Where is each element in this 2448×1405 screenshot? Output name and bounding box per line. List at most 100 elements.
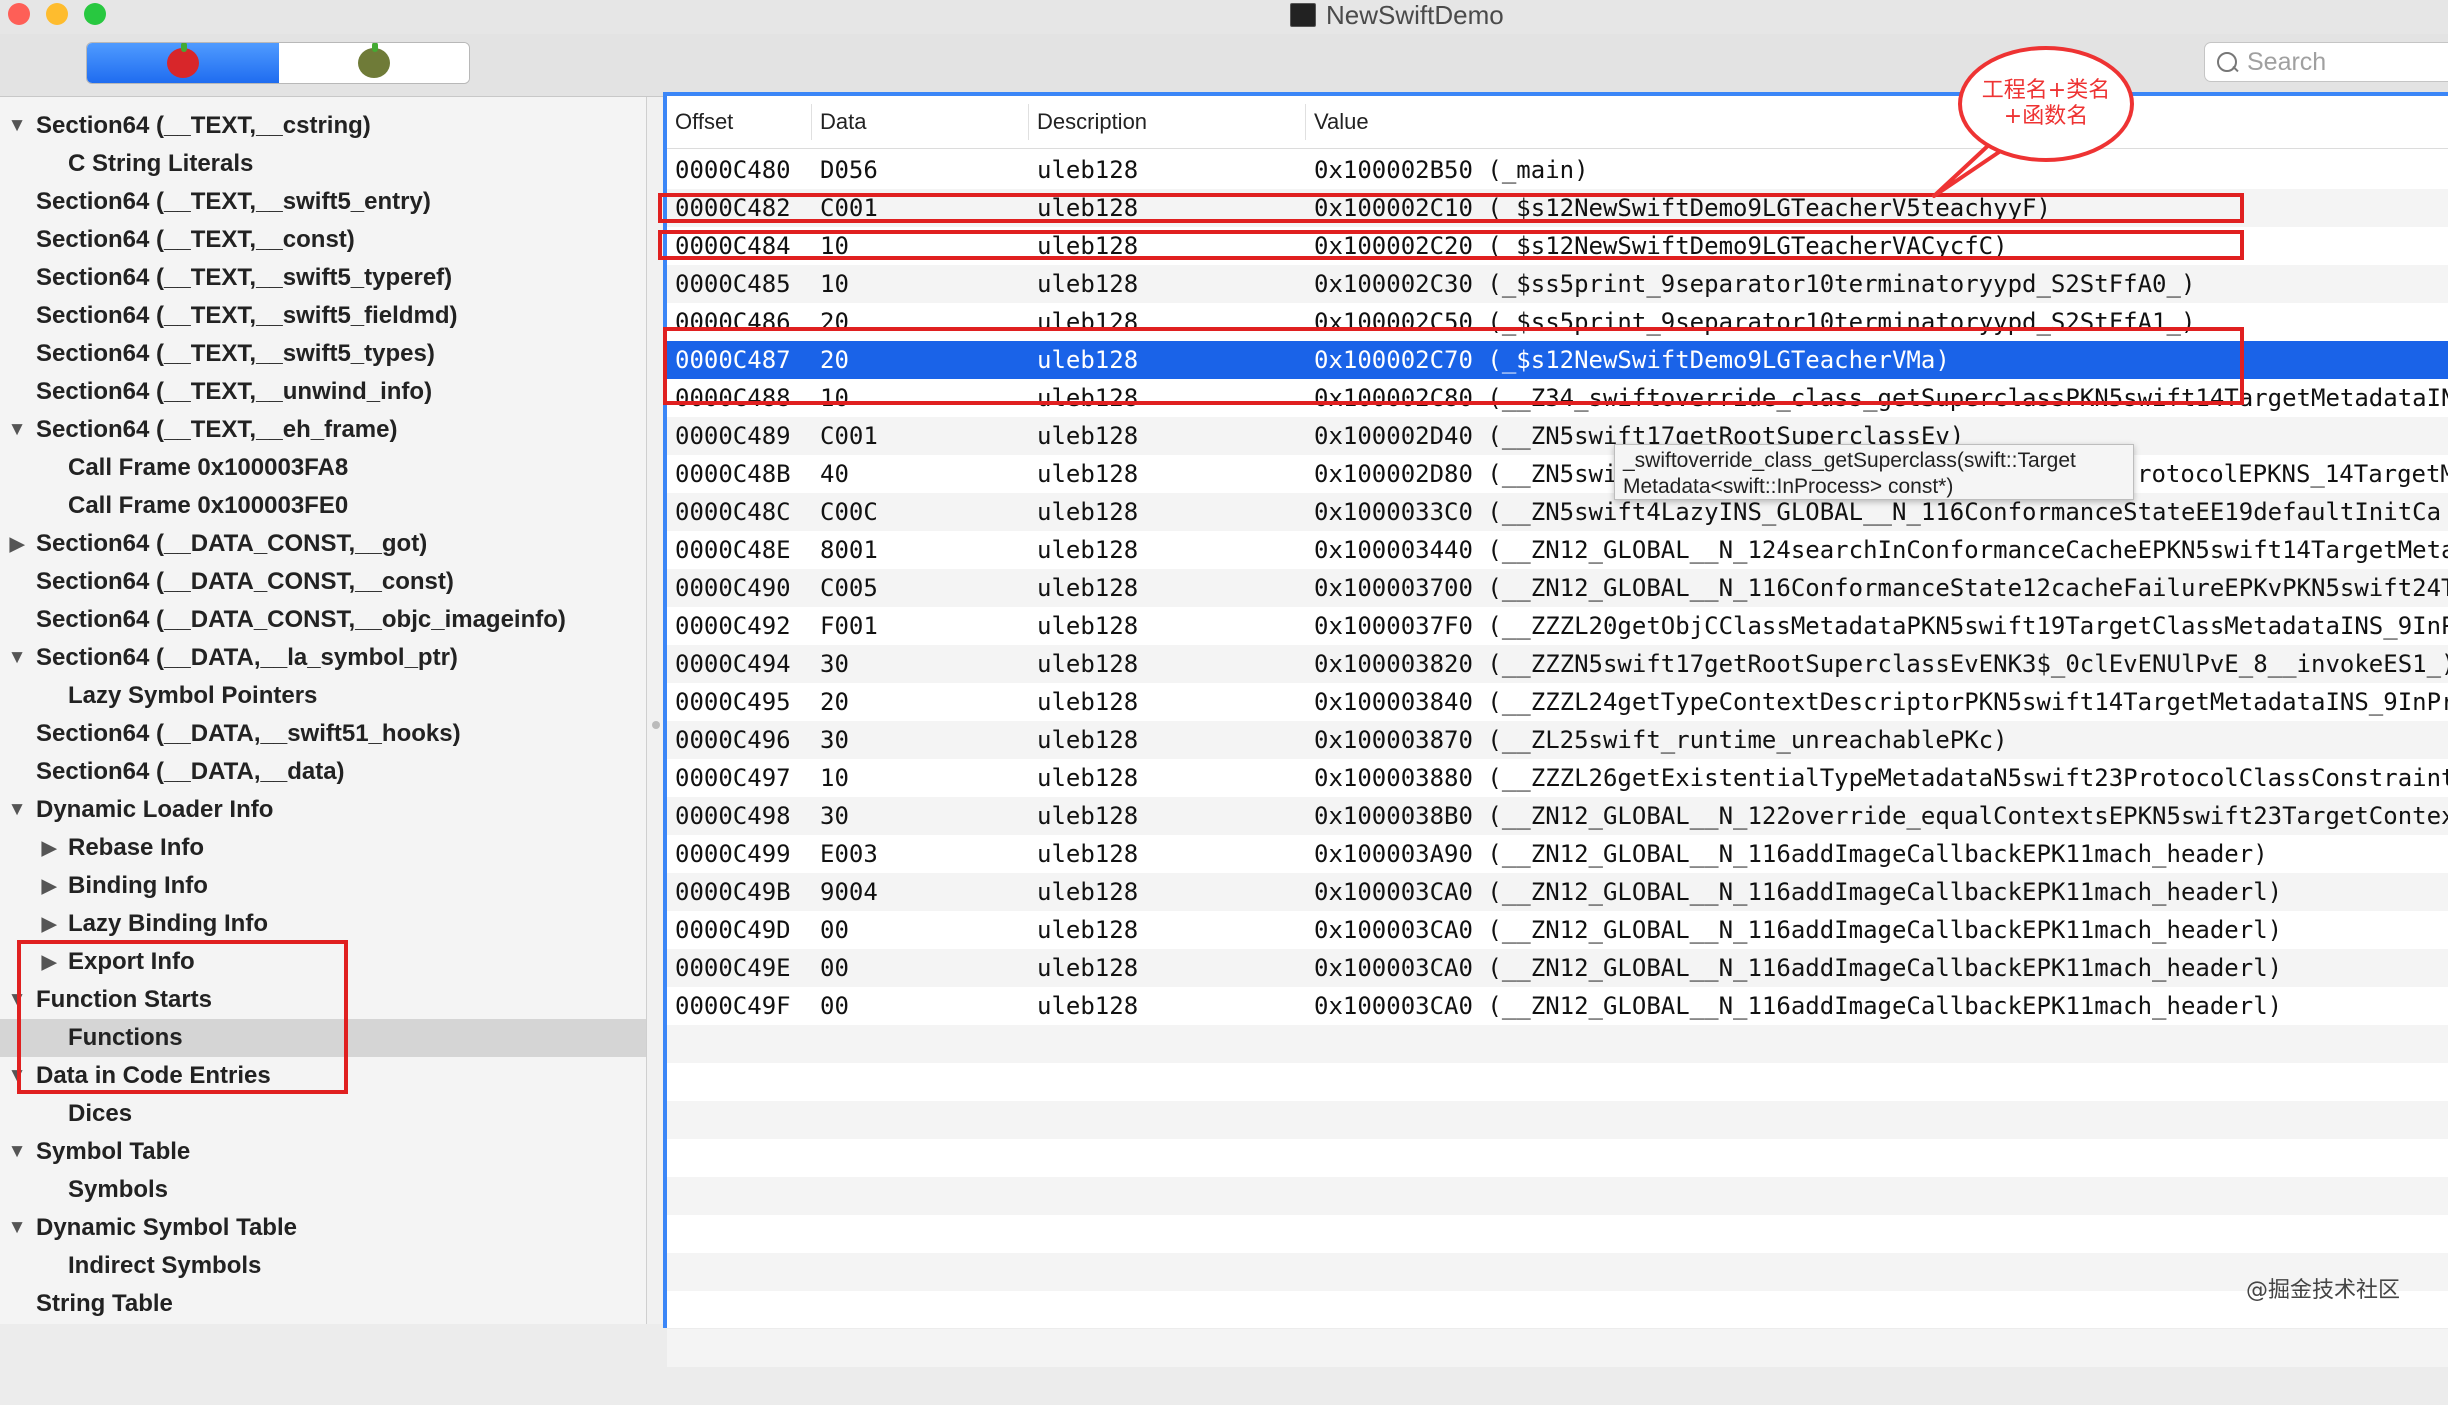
table-row[interactable]: 0000C485 10 uleb128 0x100002C30 (_$ss5print… [667,265,2448,303]
table-row[interactable]: 0000C490 C005 uleb128 0x100003700 (__ZN12_G… [667,569,2448,607]
table-row[interactable]: 0000C498 30 uleb128 0x1000038B0 (__ZN12_GLO… [667,797,2448,835]
table-row[interactable]: 0000C499 E003 uleb128 0x100003A90 (__ZN12_G… [667,835,2448,873]
window-title: NewSwiftDemo [1326,0,1504,30]
sidebar-tree[interactable]: ▼ Section64 (__TEXT,__cstring) C String Li… [0,97,647,1324]
cell-data: 30 [820,726,849,754]
sidebar-item[interactable]: ▼ Section64 (__DATA,__la_symbol_ptr) [0,639,646,677]
cell-value: 0x100003880 (__ZZZL26getExistentialTypeM… [1314,764,2448,792]
table-row[interactable]: 0000C49B 9004 uleb128 0x100003CA0 (__ZN12_G… [667,873,2448,911]
disclosure-expanded-icon[interactable]: ▼ [6,115,28,137]
column-header-description[interactable]: Description [1029,96,1297,148]
cell-description: uleb128 [1037,726,1139,754]
disclosure-collapsed-icon[interactable]: ▶ [38,837,60,860]
cell-description: uleb128 [1037,688,1139,716]
search-field[interactable]: Search [2204,42,2448,82]
sidebar-item[interactable]: Lazy Symbol Pointers [0,677,646,715]
sidebar-item[interactable]: Section64 (__TEXT,__swift5_types) [0,335,646,373]
sidebar-item[interactable]: Call Frame 0x100003FE0 [0,487,646,525]
table-row[interactable]: 0000C48C C00C uleb128 0x1000033C0 (__ZN5swi… [667,493,2448,531]
green-apple-icon [358,43,390,78]
sidebar-item-label: Section64 (__DATA_CONST,__got) [36,530,428,557]
sidebar-item[interactable]: Section64 (__TEXT,__const) [0,221,646,259]
sidebar-item-label: Section64 (__DATA_CONST,__objc_imageinfo… [36,606,566,633]
sidebar-item-label: Section64 (__TEXT,__cstring) [36,112,371,139]
tree-indent: ▼ [0,799,36,821]
sidebar-item[interactable]: Section64 (__TEXT,__swift5_fieldmd) [0,297,646,335]
sidebar-item[interactable]: Symbols [0,1171,646,1209]
table-row[interactable]: 0000C489 C001 uleb128 0x100002D40 (__ZN5swi… [667,417,2448,455]
sidebar-item[interactable]: Section64 (__DATA,__swift51_hooks) [0,715,646,753]
tree-indent: ▼ [0,647,36,669]
table-row[interactable]: 0000C480 D056 uleb128 0x100002B50 (_main) [667,151,2448,189]
disclosure-expanded-icon[interactable]: ▼ [6,1217,28,1239]
cell-offset: 0000C49D [675,916,791,944]
sidebar-item[interactable]: ▼ Section64 (__TEXT,__eh_frame) [0,411,646,449]
sidebar-item[interactable]: ▼ Dynamic Loader Info [0,791,646,829]
column-header-value[interactable]: Value [1306,96,1914,148]
tree-indent: ▶ [0,913,68,936]
sidebar-item-label: Section64 (__DATA,__data) [36,758,345,785]
sidebar-item[interactable]: Section64 (__DATA_CONST,__const) [0,563,646,601]
sidebar-item[interactable]: String Table [0,1285,646,1323]
disclosure-collapsed-icon[interactable]: ▶ [38,913,60,936]
disclosure-expanded-icon[interactable]: ▼ [6,419,28,441]
cell-description: uleb128 [1037,650,1139,678]
close-window-button[interactable] [8,3,30,25]
sidebar-item-label: Section64 (__TEXT,__swift5_types) [36,340,435,367]
sidebar-item[interactable]: ▶ Rebase Info [0,829,646,867]
sidebar-item[interactable]: Section64 (__TEXT,__swift5_typeref) [0,259,646,297]
sidebar-item[interactable]: Dices [0,1095,646,1133]
table-row[interactable]: 0000C49F 00 uleb128 0x100003CA0 (__ZN12_GLO… [667,987,2448,1025]
divider-handle[interactable] [652,721,660,729]
disclosure-expanded-icon[interactable]: ▼ [6,1141,28,1163]
sidebar-item[interactable]: ▼ Dynamic Symbol Table [0,1209,646,1247]
sidebar-item[interactable]: Indirect Symbols [0,1247,646,1285]
table-row[interactable]: 0000C48B 40 uleb128 0x100002D80 (__ZN5swi ro… [667,455,2448,493]
sidebar-item-label: Dices [68,1100,133,1127]
sidebar-item[interactable]: Section64 (__TEXT,__unwind_info) [0,373,646,411]
cell-description: uleb128 [1037,916,1139,944]
cell-offset: 0000C489 [675,422,791,450]
tree-indent: ▼ [0,1217,36,1239]
disclosure-expanded-icon[interactable]: ▼ [6,647,28,669]
column-header-data[interactable]: Data [812,96,1036,148]
table-row[interactable]: 0000C495 20 uleb128 0x100003840 (__ZZZL24ge… [667,683,2448,721]
disclosure-collapsed-icon[interactable]: ▶ [6,533,28,556]
table-row[interactable]: 0000C48E 8001 uleb128 0x100003440 (__ZN12_G… [667,531,2448,569]
sidebar-item[interactable]: ▼ Section64 (__TEXT,__cstring) [0,107,646,145]
sidebar-item[interactable]: ▼ Symbol Table [0,1133,646,1171]
sidebar-item[interactable]: C String Literals [0,145,646,183]
empty-table-row [667,1215,2448,1253]
sidebar-item[interactable]: ▶ Lazy Binding Info [0,905,646,943]
table-row[interactable]: 0000C492 F001 uleb128 0x1000037F0 (__ZZZL20… [667,607,2448,645]
empty-table-row [667,1139,2448,1177]
rva-view-segment[interactable] [279,43,469,83]
disclosure-collapsed-icon[interactable]: ▶ [38,875,60,898]
table-row[interactable]: 0000C49E 00 uleb128 0x100003CA0 (__ZN12_GLO… [667,949,2448,987]
zoom-window-button[interactable] [84,3,106,25]
highlight-box-metadata-accessor [663,327,2244,405]
cell-offset: 0000C490 [675,574,791,602]
minimize-window-button[interactable] [46,3,68,25]
functions-table[interactable]: Offset Data Description Value 0000C480 D0… [663,92,2448,1367]
sidebar-item[interactable]: Section64 (__TEXT,__swift5_entry) [0,183,646,221]
sidebar-item[interactable]: Section64 (__DATA,__data) [0,753,646,791]
empty-table-row [667,1101,2448,1139]
view-mode-segmented-control[interactable] [86,42,470,84]
sidebar-item[interactable]: Section64 (__DATA_CONST,__objc_imageinfo… [0,601,646,639]
tree-indent: ▶ [0,533,36,556]
sidebar-item[interactable]: ▶ Binding Info [0,867,646,905]
disclosure-expanded-icon[interactable]: ▼ [6,799,28,821]
cell-offset: 0000C494 [675,650,791,678]
column-header-offset[interactable]: Offset [667,96,811,148]
table-row[interactable]: 0000C496 30 uleb128 0x100003870 (__ZL25swif… [667,721,2448,759]
table-row[interactable]: 0000C494 30 uleb128 0x100003820 (__ZZZN5swi… [667,645,2448,683]
cell-data: 00 [820,954,849,982]
highlight-box-function-starts [17,940,348,1094]
sidebar-item[interactable]: Call Frame 0x100003FA8 [0,449,646,487]
table-row[interactable]: 0000C497 10 uleb128 0x100003880 (__ZZZL26ge… [667,759,2448,797]
raw-view-segment[interactable] [87,43,279,83]
cell-value-tail: rotocolEPKNS_14TargetM [2137,460,2448,488]
table-row[interactable]: 0000C49D 00 uleb128 0x100003CA0 (__ZN12_GLO… [667,911,2448,949]
sidebar-item[interactable]: ▶ Section64 (__DATA_CONST,__got) [0,525,646,563]
